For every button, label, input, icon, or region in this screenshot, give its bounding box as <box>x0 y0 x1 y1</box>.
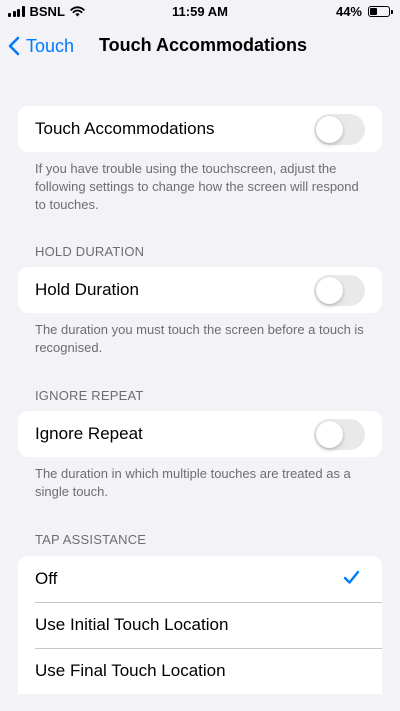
navigation-bar: Touch Touch Accommodations <box>0 24 400 68</box>
tap-assistance-option-initial[interactable]: Use Initial Touch Location <box>18 602 382 648</box>
status-right: 44% <box>335 4 393 19</box>
touch-accommodations-label: Touch Accommodations <box>35 119 215 138</box>
tap-assistance-option-final[interactable]: Use Final Touch Location <box>18 648 382 694</box>
tap-assistance-option-off[interactable]: Off <box>18 556 382 602</box>
option-label: Use Final Touch Location <box>35 661 226 680</box>
ignore-repeat-row: Ignore Repeat <box>18 411 382 457</box>
battery-fill <box>370 8 377 15</box>
ignore-repeat-toggle[interactable] <box>314 419 365 450</box>
touch-accommodations-group: Touch Accommodations <box>18 106 382 152</box>
checkmark-icon <box>343 570 360 584</box>
option-label: Use Initial Touch Location <box>35 615 229 634</box>
ignore-repeat-group: Ignore Repeat <box>18 411 382 457</box>
hold-duration-header: HOLD DURATION <box>35 244 145 259</box>
page-title: Touch Accommodations <box>99 35 308 55</box>
ignore-repeat-label: Ignore Repeat <box>35 424 143 443</box>
back-button-label: Touch <box>26 35 75 56</box>
back-button[interactable]: Touch <box>8 32 74 60</box>
touch-accommodations-footer: If you have trouble using the touchscree… <box>35 161 359 212</box>
ignore-repeat-footer: The duration in which multiple touches a… <box>35 466 351 499</box>
hold-duration-row: Hold Duration <box>18 267 382 313</box>
battery-percent: 44% <box>335 4 362 19</box>
hold-duration-label: Hold Duration <box>35 280 139 299</box>
touch-accommodations-toggle[interactable] <box>314 114 365 145</box>
toggle-knob <box>316 116 343 143</box>
touch-accommodations-row: Touch Accommodations <box>18 106 382 152</box>
tap-assistance-header: TAP ASSISTANCE <box>35 532 147 547</box>
ignore-repeat-header: IGNORE REPEAT <box>35 388 144 403</box>
option-label: Off <box>35 569 58 588</box>
battery-icon <box>368 6 393 17</box>
hold-duration-footer: The duration you must touch the screen b… <box>35 322 364 355</box>
tap-assistance-group: Off Use Initial Touch Location Use Final… <box>18 556 382 694</box>
chevron-left-icon <box>8 36 20 56</box>
toggle-knob <box>316 277 343 304</box>
toggle-knob <box>316 421 343 448</box>
hold-duration-toggle[interactable] <box>314 275 365 306</box>
status-bar: BSNL 11:59 AM 44% <box>0 0 400 24</box>
hold-duration-group: Hold Duration <box>18 267 382 313</box>
